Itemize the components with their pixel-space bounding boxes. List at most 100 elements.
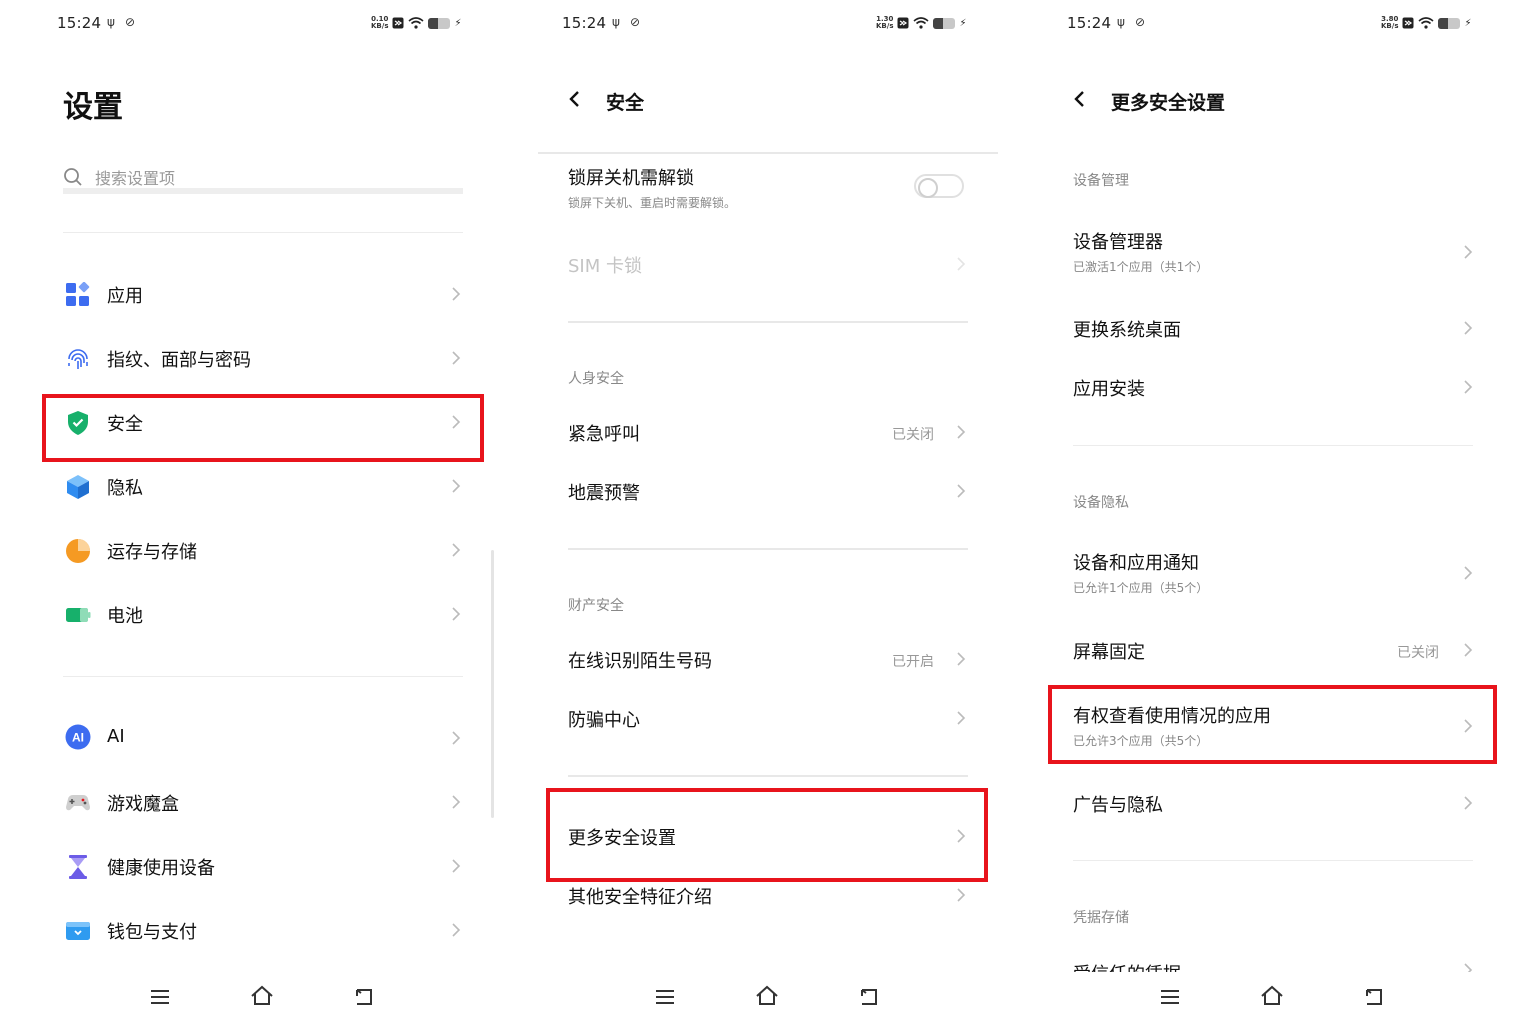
page-title: 更多安全设置 <box>1111 92 1226 114</box>
row-title: 更换系统桌面 <box>1073 320 1181 341</box>
settings-item-label: 指纹、面部与密码 <box>107 350 251 371</box>
menu-icon[interactable] <box>654 986 676 1008</box>
shield-icon <box>68 411 88 435</box>
page-title: 安全 <box>606 92 645 114</box>
settings-item-battery[interactable]: 电池 <box>33 582 505 646</box>
gamepad-icon <box>66 795 90 811</box>
row-title: 锁屏关机需解锁 <box>568 168 694 189</box>
chevron-right-icon <box>957 829 966 843</box>
row-subtitle: 已允许1个应用（共5个） <box>1073 581 1209 595</box>
row-status: 已开启 <box>892 654 934 670</box>
app-install-row[interactable]: 应用安装 <box>1043 359 1505 415</box>
back-nav-icon[interactable] <box>858 986 880 1008</box>
back-arrow-icon[interactable] <box>566 90 584 108</box>
settings-item-wallet[interactable]: 钱包与支付 <box>33 898 505 962</box>
other-features-row[interactable]: 其他安全特征介绍 <box>538 867 998 923</box>
chevron-right-icon <box>452 731 461 745</box>
row-title: SIM 卡锁 <box>568 256 642 277</box>
battery-icon <box>933 17 956 29</box>
settings-item-health[interactable]: 健康使用设备 <box>33 834 505 898</box>
chevron-right-icon <box>957 888 966 902</box>
page-title: 设置 <box>63 90 123 125</box>
divider <box>568 321 968 323</box>
settings-item-fingerprint[interactable]: 指纹、面部与密码 <box>33 326 505 390</box>
menu-icon[interactable] <box>149 986 171 1008</box>
chevron-right-icon <box>1464 380 1473 394</box>
settings-item-storage[interactable]: 运存与存储 <box>33 518 505 582</box>
chevron-right-icon <box>1464 796 1473 810</box>
nfc-icon <box>1402 17 1414 29</box>
security-screen: 15:24 ψ ⊘ 1.30 KB/s ⚡ 安全 锁屏关机需解锁 锁屏下关机、重启… <box>538 0 998 1024</box>
row-status: 已关闭 <box>892 427 934 443</box>
sync-icon: ⊘ <box>125 15 136 29</box>
home-icon[interactable] <box>1259 984 1285 1008</box>
row-title: 紧急呼叫 <box>568 424 640 445</box>
ads-privacy-row[interactable]: 广告与隐私 <box>1043 775 1505 831</box>
chevron-right-icon <box>957 484 966 498</box>
wallet-icon <box>66 922 90 940</box>
settings-item-label: 钱包与支付 <box>107 922 197 943</box>
search-input[interactable]: 搜索设置项 <box>63 166 463 194</box>
settings-item-security[interactable]: 安全 <box>33 390 505 454</box>
row-title: 广告与隐私 <box>1073 795 1163 816</box>
anti-fraud-row[interactable]: 防骗中心 <box>538 690 998 746</box>
section-device-privacy: 设备隐私 <box>1073 495 1129 511</box>
header-divider <box>538 152 998 154</box>
settings-item-privacy[interactable]: 隐私 <box>33 454 505 518</box>
back-nav-icon[interactable] <box>353 986 375 1008</box>
sim-lock-row[interactable]: SIM 卡锁 <box>538 236 998 292</box>
lock-shutdown-row[interactable]: 锁屏关机需解锁 锁屏下关机、重启时需要解锁。 <box>538 160 998 222</box>
chevron-right-icon <box>957 652 966 666</box>
row-title: 设备管理器 <box>1073 232 1163 253</box>
chevron-right-icon <box>452 795 461 809</box>
scrollbar[interactable] <box>491 550 494 818</box>
settings-item-label: 健康使用设备 <box>107 858 215 879</box>
row-subtitle: 已激活1个应用（共1个） <box>1073 260 1209 274</box>
wifi-icon <box>913 17 930 29</box>
search-icon <box>64 168 82 186</box>
settings-item-label: 应用 <box>107 286 143 307</box>
section-property-safety: 财产安全 <box>568 598 624 614</box>
trusted-credentials-row[interactable]: 受信任的凭据 <box>1043 950 1505 972</box>
menu-icon[interactable] <box>1159 986 1181 1008</box>
online-id-row[interactable]: 在线识别陌生号码 已开启 <box>538 631 998 687</box>
nfc-icon <box>897 17 909 29</box>
usb-icon: ψ <box>107 15 115 29</box>
lock-shutdown-toggle[interactable] <box>914 174 964 198</box>
earthquake-warning-row[interactable]: 地震预警 <box>538 463 998 519</box>
chevron-right-icon <box>452 287 461 301</box>
settings-item-ai[interactable]: AI AI <box>33 706 505 770</box>
charging-icon: ⚡ <box>959 17 967 29</box>
net-speed: 3.80 KB/s <box>1381 15 1399 30</box>
row-title: 在线识别陌生号码 <box>568 651 712 672</box>
device-manager-row[interactable]: 设备管理器 已激活1个应用（共1个） <box>1043 220 1505 284</box>
settings-item-apps[interactable]: 应用 <box>33 262 505 326</box>
row-title: 地震预警 <box>568 483 640 504</box>
more-security-row[interactable]: 更多安全设置 <box>538 808 998 864</box>
usb-icon: ψ <box>1117 15 1125 29</box>
battery-icon <box>66 608 91 622</box>
settings-item-label: 运存与存储 <box>107 542 197 563</box>
home-icon[interactable] <box>249 984 275 1008</box>
row-title: 更多安全设置 <box>568 828 676 849</box>
chevron-right-icon <box>452 607 461 621</box>
chevron-right-icon <box>1464 566 1473 580</box>
status-time: 15:24 <box>1067 14 1112 32</box>
usage-access-row[interactable]: 有权查看使用情况的应用 已允许3个应用（共5个） <box>1043 694 1505 758</box>
screen-pinning-row[interactable]: 屏幕固定 已关闭 <box>1043 622 1505 678</box>
row-title: 受信任的凭据 <box>1073 960 1181 972</box>
home-icon[interactable] <box>754 984 780 1008</box>
chevron-right-icon <box>957 425 966 439</box>
chevron-right-icon <box>1464 321 1473 335</box>
emergency-call-row[interactable]: 紧急呼叫 已关闭 <box>538 404 998 460</box>
chevron-right-icon <box>452 479 461 493</box>
status-time: 15:24 <box>562 14 607 32</box>
back-arrow-icon[interactable] <box>1071 90 1089 108</box>
settings-item-game[interactable]: 游戏魔盒 <box>33 770 505 834</box>
row-title: 有权查看使用情况的应用 <box>1073 706 1271 727</box>
change-launcher-row[interactable]: 更换系统桌面 <box>1043 300 1505 356</box>
chevron-right-icon <box>1464 963 1473 972</box>
device-app-notification-row[interactable]: 设备和应用通知 已允许1个应用（共5个） <box>1043 541 1505 605</box>
back-nav-icon[interactable] <box>1363 986 1385 1008</box>
row-title: 屏幕固定 <box>1073 642 1145 663</box>
